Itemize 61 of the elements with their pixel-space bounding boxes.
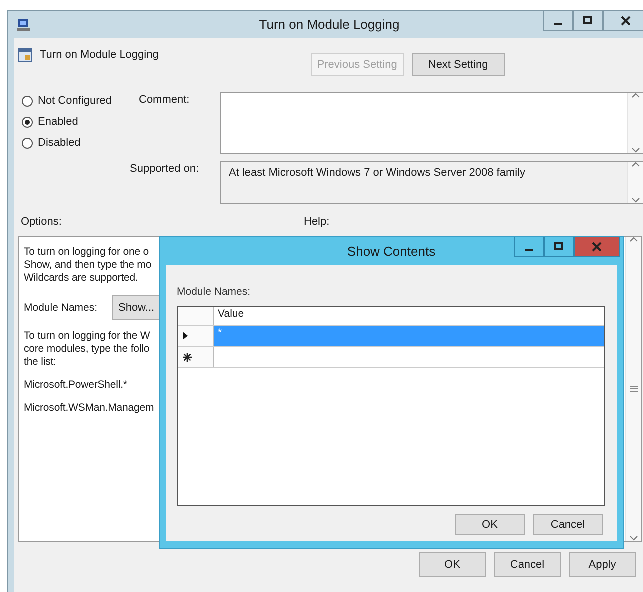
dialog-button[interactable]: Apply: [569, 552, 636, 577]
options-text: To turn on logging for one o: [24, 246, 150, 259]
radio-button[interactable]: [22, 138, 33, 148]
scroll-up-icon[interactable]: [632, 162, 640, 167]
close-icon: [621, 16, 631, 26]
options-text: Show, and then type the mo: [24, 259, 152, 272]
close-button[interactable]: [603, 11, 643, 31]
asterisk-icon: [183, 352, 192, 362]
minimize-icon: [554, 22, 562, 24]
options-text: To turn on logging for the W: [24, 330, 150, 343]
options-text: core modules, type the follo: [24, 343, 150, 356]
dialog-button[interactable]: OK: [419, 552, 486, 577]
close-icon: [592, 242, 602, 252]
minimize-icon: [525, 248, 533, 250]
maximize-button[interactable]: [544, 237, 574, 257]
radio-label: Not Configured: [38, 95, 112, 107]
setting-title: Turn on Module Logging: [40, 49, 159, 61]
scroll-down-icon[interactable]: [630, 536, 638, 541]
module-names-label: Module Names:: [177, 286, 252, 298]
radio-option[interactable]: Enabled: [18, 116, 130, 128]
supported-on-label: Supported on:: [130, 162, 200, 177]
policy-icon: [18, 48, 32, 62]
help-label: Help:: [304, 216, 330, 228]
radio-label: Enabled: [38, 116, 78, 128]
radio-label: Disabled: [38, 137, 81, 149]
column-header[interactable]: Value: [214, 307, 604, 325]
comment-label: Comment:: [138, 93, 191, 108]
options-text: the list:: [24, 356, 56, 369]
dialog-button[interactable]: OK: [455, 514, 525, 535]
scroll-down-icon[interactable]: [632, 198, 640, 203]
computer-icon: [16, 18, 32, 32]
options-text: Wildcards are supported.: [24, 272, 138, 285]
options-label: Options:: [21, 216, 63, 228]
supported-on-text: At least Microsoft Windows 7 or Windows Server 2008 family: [229, 167, 526, 179]
show-button[interactable]: Show...: [112, 295, 162, 320]
scroll-up-icon[interactable]: [632, 93, 640, 98]
scroll-down-icon[interactable]: [632, 148, 640, 153]
radio-option[interactable]: Not Configured: [18, 95, 130, 107]
current-row-icon: [183, 332, 188, 340]
radio-button[interactable]: [22, 96, 33, 106]
radio-button[interactable]: [22, 116, 33, 128]
maximize-icon: [554, 242, 564, 252]
scroll-thumb-grip-icon[interactable]: [630, 386, 638, 392]
dialog-button[interactable]: Cancel: [494, 552, 561, 577]
minimize-button[interactable]: [514, 237, 544, 257]
maximize-button[interactable]: [573, 11, 603, 31]
next-setting-button[interactable]: Next Setting: [412, 53, 505, 76]
minimize-button[interactable]: [543, 11, 573, 31]
radio-option[interactable]: Disabled: [18, 137, 130, 149]
scroll-up-icon[interactable]: [630, 237, 638, 242]
scroll-bar[interactable]: [627, 162, 643, 203]
scroll-bar[interactable]: [625, 237, 641, 541]
options-text: Microsoft.PowerShell.*: [24, 379, 128, 392]
dialog-title: Show Contents: [347, 244, 436, 259]
comment-field[interactable]: [220, 92, 643, 154]
dialog-button[interactable]: Cancel: [533, 514, 603, 535]
maximize-icon: [583, 16, 593, 26]
window-title: Turn on Module Logging: [259, 17, 400, 32]
module-names-label: Module Names:: [24, 302, 98, 314]
options-text: Microsoft.WSMan.Managem: [24, 402, 154, 415]
scroll-bar[interactable]: [627, 93, 643, 153]
